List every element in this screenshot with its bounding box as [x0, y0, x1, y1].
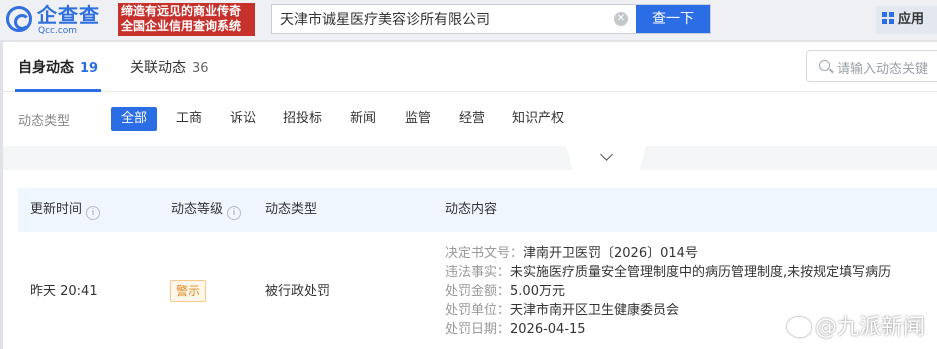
filter-option-business[interactable]: 工商 — [166, 107, 212, 131]
top-bar: 企查查 Qcc.com 缔造有远见的商业传奇 全国企业信用查询系统 ✕ 查一下 … — [0, 0, 937, 40]
info-icon[interactable]: i — [227, 206, 242, 220]
detail-key: 处罚金额： — [445, 284, 511, 299]
row-time: 昨天 20:41 — [30, 284, 98, 299]
tab-related-dynamics[interactable]: 关联动态 36 — [130, 59, 209, 78]
logo-subtext: Qcc.com — [38, 26, 78, 36]
detail-line: 违法事实：未实施医疗质量安全管理制度中的病历管理制度,未按规定填写病历 — [445, 263, 891, 282]
tab-related-dynamics-count: 36 — [192, 61, 209, 76]
detail-key: 处罚单位： — [445, 303, 511, 318]
watermark-text: @九派新闻 — [815, 315, 926, 340]
filter-option-ip[interactable]: 知识产权 — [502, 107, 574, 131]
grid-icon — [882, 12, 894, 24]
header-type: 动态类型 — [265, 202, 318, 217]
row-type: 被行政处罚 — [265, 284, 331, 299]
slogan-banner: 缔造有远见的商业传奇 全国企业信用查询系统 — [118, 3, 255, 36]
detail-key: 决定书文号： — [445, 246, 524, 261]
tab-bar: 自身动态 19 关联动态 36 请输入动态关键 — [3, 42, 937, 92]
detail-value: 2026-04-15 — [510, 322, 586, 337]
company-search-box: ✕ 查一下 — [271, 4, 711, 34]
active-tab-indicator — [15, 89, 101, 92]
apps-button[interactable]: 应用 — [876, 6, 937, 34]
logo-text: 企查查 — [37, 3, 100, 27]
apps-label: 应用 — [898, 12, 925, 27]
header-update-time-label: 更新时间 — [30, 202, 83, 217]
qcc-logo[interactable]: 企查查 Qcc.com — [6, 4, 112, 36]
filter-option-litigation[interactable]: 诉讼 — [220, 107, 266, 131]
tab-own-dynamics-count: 19 — [80, 61, 99, 76]
search-icon — [819, 60, 830, 71]
detail-value: 天津市南开区卫生健康委员会 — [510, 303, 680, 318]
slogan-line-2: 全国企业信用查询系统 — [121, 19, 242, 33]
detail-key: 违法事实： — [445, 265, 511, 280]
tab-related-dynamics-label: 关联动态 — [130, 60, 186, 76]
logo-icon — [6, 6, 32, 32]
filter-label: 动态类型 — [18, 114, 71, 129]
dynamics-panel: 自身动态 19 关联动态 36 请输入动态关键 动态类型 全部 工商 诉讼 招投标 … — [3, 42, 937, 349]
divider-band — [3, 146, 937, 170]
header-level: 动态等级 i — [171, 202, 242, 220]
header-update-time: 更新时间 i — [30, 202, 101, 220]
detail-line: 处罚金额：5.00万元 — [445, 282, 891, 301]
level-badge: 警示 — [170, 280, 207, 302]
dynamics-search-field[interactable]: 请输入动态关键 — [806, 50, 937, 82]
detail-value: 未实施医疗质量安全管理制度中的病历管理制度,未按规定填写病历 — [510, 265, 892, 280]
header-content: 动态内容 — [445, 202, 498, 217]
filter-option-all[interactable]: 全部 — [111, 107, 158, 131]
weibo-icon — [787, 317, 811, 337]
detail-value: 5.00万元 — [510, 284, 565, 299]
clear-icon[interactable]: ✕ — [614, 12, 628, 26]
detail-key: 处罚日期： — [445, 322, 511, 337]
type-filter: 动态类型 全部 工商 诉讼 招投标 新闻 监管 经营 知识产权 — [3, 104, 937, 134]
tab-own-dynamics-label: 自身动态 — [18, 60, 74, 76]
weibo-watermark: @九派新闻 — [787, 309, 925, 345]
tab-own-dynamics[interactable]: 自身动态 19 — [18, 59, 98, 78]
filter-option-operation[interactable]: 经营 — [449, 107, 495, 131]
filter-option-bidding[interactable]: 招投标 — [273, 107, 332, 131]
dynamics-search-placeholder: 请输入动态关键 — [837, 62, 929, 77]
header-level-label: 动态等级 — [171, 202, 224, 217]
detail-line: 决定书文号：津南开卫医罚〔2026〕014号 — [445, 244, 891, 263]
filter-option-news[interactable]: 新闻 — [340, 107, 386, 131]
detail-value: 津南开卫医罚〔2026〕014号 — [523, 246, 698, 261]
search-button[interactable]: 查一下 — [636, 5, 710, 33]
table-header: 更新时间 i 动态等级 i 动态类型 动态内容 — [18, 188, 937, 232]
filter-option-regulation[interactable]: 监管 — [395, 107, 441, 131]
info-icon[interactable]: i — [86, 206, 101, 220]
slogan-line-1: 缔造有远见的商业传奇 — [121, 4, 242, 18]
company-search-input[interactable] — [280, 5, 600, 33]
